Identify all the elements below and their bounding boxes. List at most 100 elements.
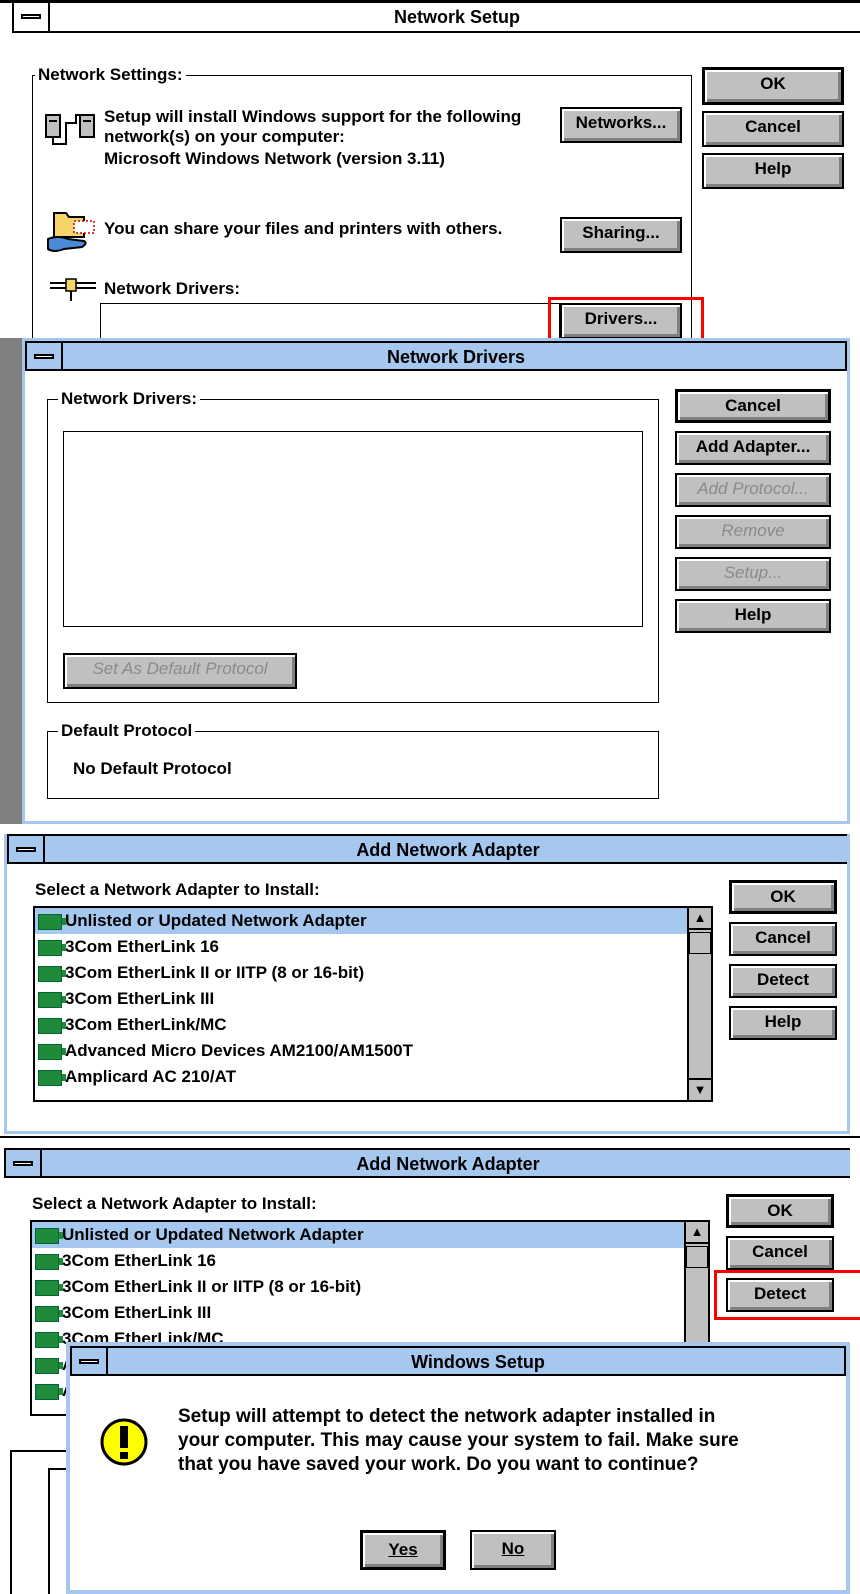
scroll-down-icon[interactable]: ▼ — [689, 1078, 711, 1100]
install-text-line2: network(s) on your computer: — [104, 127, 345, 146]
list-item-label: Unlisted or Updated Network Adapter — [62, 1225, 364, 1244]
list-item[interactable]: Unlisted or Updated Network Adapter — [32, 1222, 684, 1248]
list-item-label: 3Com EtherLink II or IITP (8 or 16-bit) — [65, 963, 365, 982]
yes-button[interactable]: Yes — [360, 1530, 446, 1570]
list-item-label: 3Com EtherLink II or IITP (8 or 16-bit) — [62, 1277, 362, 1296]
network-drivers-title: Network Drivers — [386, 347, 526, 367]
list-item-label: 3Com EtherLink 16 — [62, 1251, 216, 1270]
help-button[interactable]: Help — [702, 153, 844, 189]
adapter-listbox[interactable]: Unlisted or Updated Network Adapter 3Com … — [33, 906, 713, 1102]
ok-button[interactable]: OK — [702, 67, 844, 105]
setup-button[interactable]: Setup... — [675, 557, 831, 591]
system-menu-icon[interactable] — [14, 3, 50, 31]
cancel-button[interactable]: Cancel — [729, 922, 837, 956]
network-card-icon — [38, 1044, 66, 1060]
message-line3: that you have saved your work. Do you wa… — [178, 1454, 699, 1475]
adapter-prompt: Select a Network Adapter to Install: — [35, 880, 320, 899]
list-item-label: 3Com EtherLink III — [62, 1303, 212, 1322]
scroll-thumb[interactable] — [689, 932, 711, 954]
network-drivers-group-label: Network Drivers: — [58, 389, 201, 409]
list-item[interactable]: 3Com EtherLink II or IITP (8 or 16-bit) — [35, 960, 687, 986]
set-default-protocol-button[interactable]: Set As Default Protocol — [63, 653, 297, 689]
system-menu-icon[interactable] — [6, 1150, 42, 1178]
list-item[interactable]: 3Com EtherLink 16 — [35, 934, 687, 960]
list-item[interactable]: 3Com EtherLink III — [32, 1300, 684, 1326]
cancel-button[interactable]: Cancel — [675, 389, 831, 423]
system-menu-icon[interactable] — [27, 343, 63, 371]
sharing-button[interactable]: Sharing... — [560, 217, 682, 253]
add-adapter-dialog: Add Network Adapter Select a Network Ada… — [4, 834, 850, 1134]
message-line2: your computer. This may cause your syste… — [178, 1430, 739, 1451]
ok-button[interactable]: OK — [729, 880, 837, 914]
default-protocol-value: No Default Protocol — [73, 759, 232, 778]
network-drivers-dialog: Network Drivers Network Drivers: Set As … — [22, 338, 850, 824]
windows-setup-titlebar: Windows Setup — [70, 1346, 846, 1376]
network-icon — [45, 114, 95, 145]
ok-button[interactable]: OK — [726, 1194, 834, 1228]
list-item[interactable]: Advanced Micro Devices AM2100/AM1500T — [35, 1038, 687, 1064]
network-setup-title: Network Setup — [393, 7, 521, 27]
list-item-label: Amplicard AC 210/AT — [65, 1067, 236, 1086]
network-card-icon — [38, 914, 66, 930]
detect-button[interactable]: Detect — [729, 964, 837, 998]
networks-button[interactable]: Networks... — [560, 107, 682, 143]
scroll-up-icon[interactable]: ▲ — [689, 908, 711, 930]
network-card-icon — [35, 1358, 63, 1374]
add-protocol-button[interactable]: Add Protocol... — [675, 473, 831, 507]
network-card-icon — [38, 1018, 66, 1034]
list-item[interactable]: Unlisted or Updated Network Adapter — [35, 908, 687, 934]
background-frame-strip — [0, 338, 24, 824]
network-card-icon — [35, 1384, 63, 1400]
help-button[interactable]: Help — [729, 1006, 837, 1040]
add-adapter-title: Add Network Adapter — [356, 840, 540, 860]
network-card-icon — [35, 1280, 63, 1296]
list-item-label: Advanced Micro Devices AM2100/AM1500T — [65, 1041, 414, 1060]
list-item[interactable]: 3Com EtherLink/MC — [35, 1012, 687, 1038]
system-menu-icon[interactable] — [72, 1348, 108, 1376]
list-item[interactable]: 3Com EtherLink III — [35, 986, 687, 1012]
network-card-icon — [35, 1228, 63, 1244]
network-drivers-listbox[interactable] — [63, 431, 643, 627]
list-item-label: 3Com EtherLink III — [65, 989, 215, 1008]
network-card-icon — [35, 1254, 63, 1270]
network-setup-titlebar: Network Setup — [12, 3, 860, 33]
network-drivers-icon — [50, 278, 96, 301]
scroll-thumb[interactable] — [686, 1246, 708, 1268]
network-drivers-titlebar: Network Drivers — [25, 341, 847, 371]
network-settings-label: Network Settings: — [35, 65, 186, 85]
share-icon — [47, 212, 95, 252]
share-text: You can share your files and printers wi… — [104, 219, 503, 238]
windows-setup-title: Windows Setup — [411, 1352, 545, 1372]
list-item[interactable]: Amplicard AC 210/AT — [35, 1064, 687, 1090]
network-setup-dialog: Network Setup Network Settings: Setup wi… — [0, 0, 860, 343]
drivers-highlight — [548, 297, 704, 343]
list-item-label: 3Com EtherLink 16 — [65, 937, 219, 956]
detect-highlight — [714, 1270, 860, 1320]
install-text-line1: Setup will install Windows support for t… — [104, 107, 522, 126]
windows-setup-dialog: Windows Setup Setup will attempt to dete… — [66, 1342, 850, 1594]
adapter-scrollbar[interactable]: ▲ ▼ — [687, 908, 711, 1100]
list-item-label: Unlisted or Updated Network Adapter — [65, 911, 367, 930]
add-adapter-title: Add Network Adapter — [356, 1154, 540, 1174]
cancel-button[interactable]: Cancel — [702, 111, 844, 147]
network-card-icon — [35, 1332, 63, 1348]
message-line1: Setup will attempt to detect the network… — [178, 1406, 716, 1427]
list-item[interactable]: 3Com EtherLink 16 — [32, 1248, 684, 1274]
network-card-icon — [38, 966, 66, 982]
default-protocol-label: Default Protocol — [58, 721, 196, 741]
adapter-prompt: Select a Network Adapter to Install: — [32, 1194, 317, 1213]
network-card-icon — [38, 992, 66, 1008]
list-item[interactable]: 3Com EtherLink II or IITP (8 or 16-bit) — [32, 1274, 684, 1300]
list-item-label: 3Com EtherLink/MC — [65, 1015, 227, 1034]
remove-button[interactable]: Remove — [675, 515, 831, 549]
network-drivers-box — [100, 303, 560, 343]
system-menu-icon[interactable] — [9, 836, 45, 864]
add-adapter-titlebar: Add Network Adapter — [7, 834, 847, 864]
scroll-up-icon[interactable]: ▲ — [686, 1222, 708, 1244]
cancel-button[interactable]: Cancel — [726, 1236, 834, 1270]
add-adapter-titlebar: Add Network Adapter — [4, 1148, 850, 1178]
no-button[interactable]: No — [470, 1530, 556, 1570]
add-adapter-button[interactable]: Add Adapter... — [675, 431, 831, 465]
help-button[interactable]: Help — [675, 599, 831, 633]
network-drivers-label: Network Drivers: — [104, 279, 241, 298]
